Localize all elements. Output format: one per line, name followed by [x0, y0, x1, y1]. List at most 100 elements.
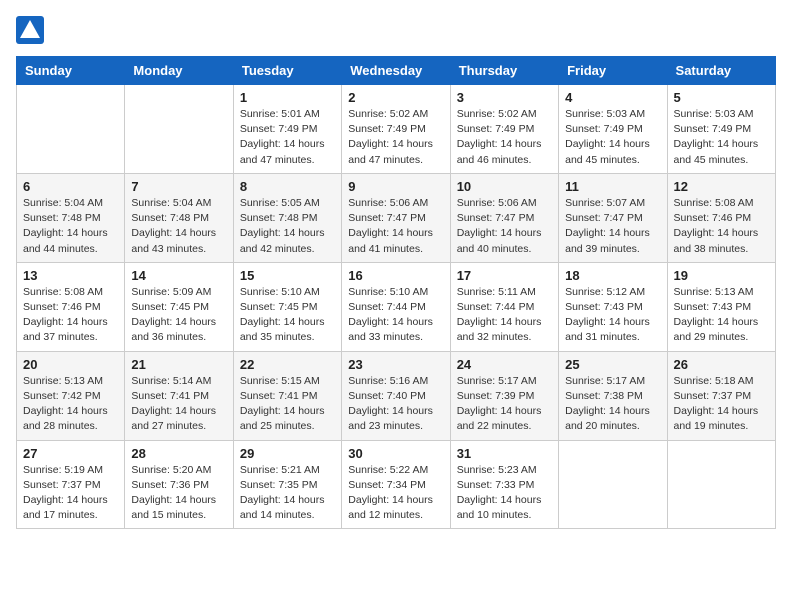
day-info: Sunrise: 5:14 AM Sunset: 7:41 PM Dayligh… [131, 374, 226, 435]
calendar-cell: 21 Sunrise: 5:14 AM Sunset: 7:41 PM Dayli… [125, 351, 233, 440]
day-number: 12 [674, 179, 769, 194]
calendar-cell: 8 Sunrise: 5:05 AM Sunset: 7:48 PM Daylig… [233, 173, 341, 262]
calendar-cell: 4Sunrise: 5:03 AM Sunset: 7:49 PM Daylig… [559, 85, 667, 174]
day-number: 9 [348, 179, 443, 194]
day-info: Sunrise: 5:06 AM Sunset: 7:47 PM Dayligh… [348, 196, 443, 257]
day-info: Sunrise: 5:13 AM Sunset: 7:43 PM Dayligh… [674, 285, 769, 346]
calendar-cell: 27 Sunrise: 5:19 AM Sunset: 7:37 PM Dayli… [17, 440, 125, 529]
day-number: 13 [23, 268, 118, 283]
day-number: 17 [457, 268, 552, 283]
day-info: Sunrise: 5:19 AM Sunset: 7:37 PM Dayligh… [23, 463, 118, 524]
day-number: 25 [565, 357, 660, 372]
calendar-week-row: 20 Sunrise: 5:13 AM Sunset: 7:42 PM Dayli… [17, 351, 776, 440]
calendar-cell: 12 Sunrise: 5:08 AM Sunset: 7:46 PM Dayli… [667, 173, 775, 262]
calendar-cell: 13 Sunrise: 5:08 AM Sunset: 7:46 PM Dayli… [17, 262, 125, 351]
day-info: Sunrise: 5:11 AM Sunset: 7:44 PM Dayligh… [457, 285, 552, 346]
day-info: Sunrise: 5:01 AM Sunset: 7:49 PM Dayligh… [240, 107, 335, 168]
calendar-cell: 30 Sunrise: 5:22 AM Sunset: 7:34 PM Dayli… [342, 440, 450, 529]
calendar-cell: 11Sunrise: 5:07 AM Sunset: 7:47 PM Dayli… [559, 173, 667, 262]
day-number: 3 [457, 90, 552, 105]
day-info: Sunrise: 5:08 AM Sunset: 7:46 PM Dayligh… [23, 285, 118, 346]
day-number: 7 [131, 179, 226, 194]
calendar-cell: 31Sunrise: 5:23 AM Sunset: 7:33 PM Dayli… [450, 440, 558, 529]
day-info: Sunrise: 5:22 AM Sunset: 7:34 PM Dayligh… [348, 463, 443, 524]
calendar-cell: 18 Sunrise: 5:12 AM Sunset: 7:43 PM Dayli… [559, 262, 667, 351]
calendar-week-row: 13 Sunrise: 5:08 AM Sunset: 7:46 PM Dayli… [17, 262, 776, 351]
calendar-cell: 23 Sunrise: 5:16 AM Sunset: 7:40 PM Dayli… [342, 351, 450, 440]
calendar-week-row: 1 Sunrise: 5:01 AM Sunset: 7:49 PM Daylig… [17, 85, 776, 174]
calendar-cell: 20 Sunrise: 5:13 AM Sunset: 7:42 PM Dayli… [17, 351, 125, 440]
weekday-header-row: SundayMondayTuesdayWednesdayThursdayFrid… [17, 57, 776, 85]
day-info: Sunrise: 5:21 AM Sunset: 7:35 PM Dayligh… [240, 463, 335, 524]
day-number: 29 [240, 446, 335, 461]
calendar-cell: 5 Sunrise: 5:03 AM Sunset: 7:49 PM Daylig… [667, 85, 775, 174]
day-number: 1 [240, 90, 335, 105]
day-number: 15 [240, 268, 335, 283]
calendar-week-row: 27 Sunrise: 5:19 AM Sunset: 7:37 PM Dayli… [17, 440, 776, 529]
calendar-cell: 15 Sunrise: 5:10 AM Sunset: 7:45 PM Dayli… [233, 262, 341, 351]
day-number: 21 [131, 357, 226, 372]
calendar-cell: 28Sunrise: 5:20 AM Sunset: 7:36 PM Dayli… [125, 440, 233, 529]
day-info: Sunrise: 5:04 AM Sunset: 7:48 PM Dayligh… [23, 196, 118, 257]
logo [16, 16, 48, 44]
day-number: 10 [457, 179, 552, 194]
day-number: 27 [23, 446, 118, 461]
day-info: Sunrise: 5:05 AM Sunset: 7:48 PM Dayligh… [240, 196, 335, 257]
weekday-header-friday: Friday [559, 57, 667, 85]
calendar-cell: 22Sunrise: 5:15 AM Sunset: 7:41 PM Dayli… [233, 351, 341, 440]
calendar-cell: 9 Sunrise: 5:06 AM Sunset: 7:47 PM Daylig… [342, 173, 450, 262]
day-number: 11 [565, 179, 660, 194]
calendar-cell [125, 85, 233, 174]
day-info: Sunrise: 5:10 AM Sunset: 7:45 PM Dayligh… [240, 285, 335, 346]
day-number: 19 [674, 268, 769, 283]
day-number: 26 [674, 357, 769, 372]
day-info: Sunrise: 5:17 AM Sunset: 7:38 PM Dayligh… [565, 374, 660, 435]
calendar-cell: 1 Sunrise: 5:01 AM Sunset: 7:49 PM Daylig… [233, 85, 341, 174]
day-number: 6 [23, 179, 118, 194]
weekday-header-monday: Monday [125, 57, 233, 85]
day-number: 18 [565, 268, 660, 283]
weekday-header-sunday: Sunday [17, 57, 125, 85]
calendar-cell: 10Sunrise: 5:06 AM Sunset: 7:47 PM Dayli… [450, 173, 558, 262]
day-info: Sunrise: 5:10 AM Sunset: 7:44 PM Dayligh… [348, 285, 443, 346]
calendar-cell: 29 Sunrise: 5:21 AM Sunset: 7:35 PM Dayli… [233, 440, 341, 529]
calendar-cell: 16 Sunrise: 5:10 AM Sunset: 7:44 PM Dayli… [342, 262, 450, 351]
day-number: 20 [23, 357, 118, 372]
day-info: Sunrise: 5:03 AM Sunset: 7:49 PM Dayligh… [565, 107, 660, 168]
calendar-week-row: 6 Sunrise: 5:04 AM Sunset: 7:48 PM Daylig… [17, 173, 776, 262]
day-number: 14 [131, 268, 226, 283]
calendar-table: SundayMondayTuesdayWednesdayThursdayFrid… [16, 56, 776, 529]
day-number: 28 [131, 446, 226, 461]
day-number: 5 [674, 90, 769, 105]
day-info: Sunrise: 5:09 AM Sunset: 7:45 PM Dayligh… [131, 285, 226, 346]
calendar-cell: 26 Sunrise: 5:18 AM Sunset: 7:37 PM Dayli… [667, 351, 775, 440]
day-info: Sunrise: 5:18 AM Sunset: 7:37 PM Dayligh… [674, 374, 769, 435]
calendar-cell: 3 Sunrise: 5:02 AM Sunset: 7:49 PM Daylig… [450, 85, 558, 174]
day-number: 23 [348, 357, 443, 372]
calendar-cell [17, 85, 125, 174]
day-info: Sunrise: 5:12 AM Sunset: 7:43 PM Dayligh… [565, 285, 660, 346]
calendar-cell [559, 440, 667, 529]
weekday-header-tuesday: Tuesday [233, 57, 341, 85]
day-info: Sunrise: 5:23 AM Sunset: 7:33 PM Dayligh… [457, 463, 552, 524]
day-info: Sunrise: 5:08 AM Sunset: 7:46 PM Dayligh… [674, 196, 769, 257]
day-info: Sunrise: 5:13 AM Sunset: 7:42 PM Dayligh… [23, 374, 118, 435]
day-info: Sunrise: 5:03 AM Sunset: 7:49 PM Dayligh… [674, 107, 769, 168]
logo-icon [16, 16, 44, 44]
calendar-cell: 25 Sunrise: 5:17 AM Sunset: 7:38 PM Dayli… [559, 351, 667, 440]
day-number: 24 [457, 357, 552, 372]
day-info: Sunrise: 5:04 AM Sunset: 7:48 PM Dayligh… [131, 196, 226, 257]
day-number: 2 [348, 90, 443, 105]
day-number: 8 [240, 179, 335, 194]
day-info: Sunrise: 5:15 AM Sunset: 7:41 PM Dayligh… [240, 374, 335, 435]
calendar-cell: 19 Sunrise: 5:13 AM Sunset: 7:43 PM Dayli… [667, 262, 775, 351]
calendar-cell: 17 Sunrise: 5:11 AM Sunset: 7:44 PM Dayli… [450, 262, 558, 351]
calendar-cell: 6 Sunrise: 5:04 AM Sunset: 7:48 PM Daylig… [17, 173, 125, 262]
calendar-cell [667, 440, 775, 529]
day-number: 16 [348, 268, 443, 283]
page-header [16, 16, 776, 44]
weekday-header-saturday: Saturday [667, 57, 775, 85]
day-info: Sunrise: 5:16 AM Sunset: 7:40 PM Dayligh… [348, 374, 443, 435]
day-number: 30 [348, 446, 443, 461]
day-info: Sunrise: 5:02 AM Sunset: 7:49 PM Dayligh… [457, 107, 552, 168]
